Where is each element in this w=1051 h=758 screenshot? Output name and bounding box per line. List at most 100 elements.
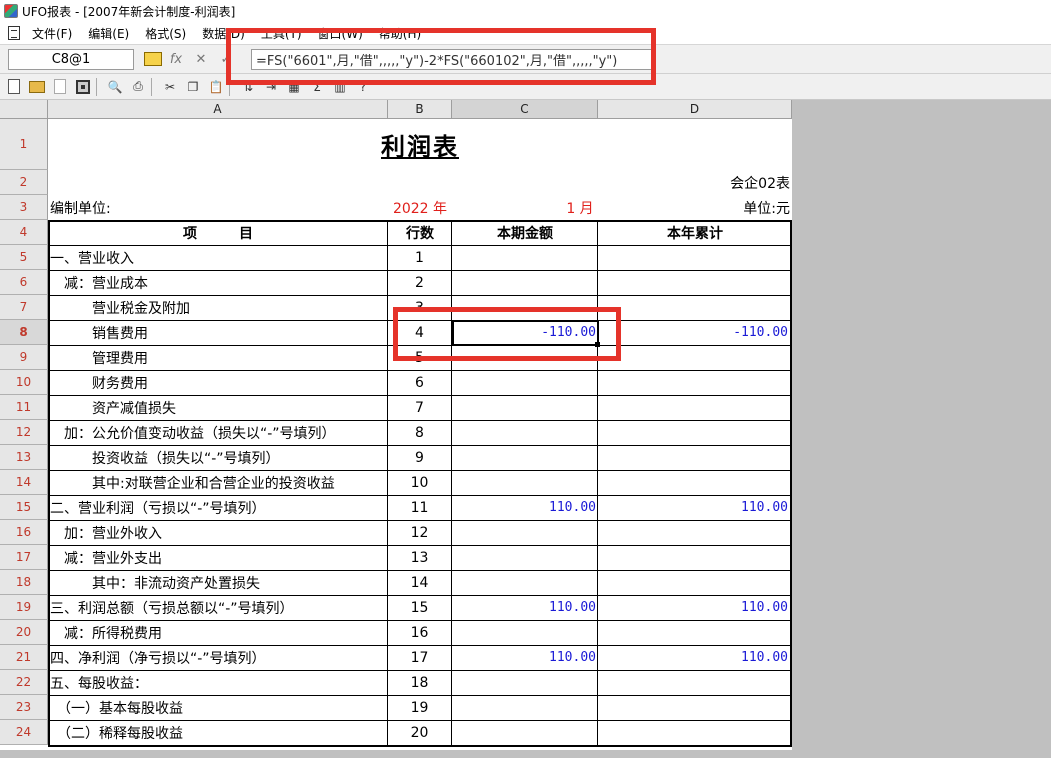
ytd-amount-cell[interactable]: 110.00	[598, 495, 790, 520]
ytd-amount-cell[interactable]	[598, 270, 790, 295]
menu-tools[interactable]: 工具(T)	[257, 25, 314, 42]
item-cell[interactable]: 财务费用	[50, 370, 386, 395]
line-number-cell[interactable]: 10	[388, 470, 451, 495]
current-amount-cell[interactable]	[452, 420, 598, 445]
menu-window[interactable]: 窗口(W)	[314, 25, 375, 42]
row-header[interactable]: 9	[0, 345, 48, 370]
item-cell[interactable]: （一）基本每股收益	[50, 695, 386, 720]
current-amount-cell[interactable]: 110.00	[452, 645, 598, 670]
open-file-button[interactable]	[28, 78, 46, 96]
line-number-cell[interactable]: 6	[388, 370, 451, 395]
current-amount-cell[interactable]: -110.00	[452, 320, 598, 345]
line-number-cell[interactable]: 1	[388, 245, 451, 270]
menu-edit[interactable]: 编辑(E)	[84, 25, 141, 42]
print-button[interactable]: ⎙	[129, 78, 147, 96]
menu-help[interactable]: 帮助(H)	[375, 25, 433, 42]
line-number-cell[interactable]: 7	[388, 395, 451, 420]
column-header-a[interactable]: A	[48, 100, 388, 119]
current-amount-cell[interactable]	[452, 395, 598, 420]
current-amount-cell[interactable]	[452, 370, 598, 395]
menu-file[interactable]: 文件(F)	[28, 25, 84, 42]
ytd-amount-cell[interactable]: -110.00	[598, 320, 790, 345]
item-cell[interactable]: 三、利润总额（亏损总额以“-”号填列）	[50, 595, 386, 620]
select-all-corner[interactable]	[0, 100, 48, 119]
format-button[interactable]: ▦	[285, 78, 303, 96]
item-cell[interactable]: 投资收益（损失以“-”号填列）	[50, 445, 386, 470]
row-header[interactable]: 13	[0, 445, 48, 470]
current-amount-cell[interactable]	[452, 545, 598, 570]
current-amount-cell[interactable]	[452, 270, 598, 295]
ytd-amount-cell[interactable]	[598, 670, 790, 695]
line-number-cell[interactable]: 5	[388, 345, 451, 370]
item-cell[interactable]: 加：公允价值变动收益（损失以“-”号填列）	[50, 420, 386, 445]
current-amount-cell[interactable]	[452, 695, 598, 720]
row-header[interactable]: 6	[0, 270, 48, 295]
line-number-cell[interactable]: 20	[388, 720, 451, 745]
ytd-amount-cell[interactable]: 110.00	[598, 595, 790, 620]
ytd-amount-cell[interactable]	[598, 370, 790, 395]
item-cell[interactable]: 销售费用	[50, 320, 386, 345]
current-amount-cell[interactable]	[452, 670, 598, 695]
current-amount-cell[interactable]	[452, 295, 598, 320]
ytd-amount-cell[interactable]	[598, 345, 790, 370]
row-header[interactable]: 12	[0, 420, 48, 445]
item-cell[interactable]: 五、每股收益：	[50, 670, 386, 695]
row-header[interactable]: 7	[0, 295, 48, 320]
row-header[interactable]: 20	[0, 620, 48, 645]
row-header[interactable]: 23	[0, 695, 48, 720]
ytd-amount-cell[interactable]	[598, 545, 790, 570]
column-header-b[interactable]: B	[388, 100, 452, 119]
line-number-cell[interactable]: 15	[388, 595, 451, 620]
cell-reference-box[interactable]: C8@1	[8, 48, 134, 70]
row-header[interactable]: 4	[0, 220, 48, 245]
current-amount-cell[interactable]	[452, 570, 598, 595]
ytd-amount-cell[interactable]	[598, 695, 790, 720]
menu-format[interactable]: 格式(S)	[141, 25, 198, 42]
current-amount-cell[interactable]	[452, 520, 598, 545]
row-header[interactable]: 14	[0, 470, 48, 495]
copy-button[interactable]: ❐	[184, 78, 202, 96]
row-header[interactable]: 17	[0, 545, 48, 570]
ytd-amount-cell[interactable]	[598, 570, 790, 595]
item-cell[interactable]: 其中:对联营企业和合营企业的投资收益	[50, 470, 386, 495]
function-icon[interactable]: fx	[165, 49, 187, 69]
current-amount-cell[interactable]	[452, 445, 598, 470]
item-cell[interactable]: 二、营业利润（亏损以“-”号填列）	[50, 495, 386, 520]
line-number-cell[interactable]: 18	[388, 670, 451, 695]
ytd-amount-cell[interactable]	[598, 420, 790, 445]
current-amount-cell[interactable]	[452, 620, 598, 645]
row-header[interactable]: 22	[0, 670, 48, 695]
menu-data[interactable]: 数据(D)	[198, 25, 257, 42]
line-number-cell[interactable]: 3	[388, 295, 451, 320]
line-number-cell[interactable]: 8	[388, 420, 451, 445]
ytd-amount-cell[interactable]: 110.00	[598, 645, 790, 670]
current-amount-cell[interactable]	[452, 720, 598, 745]
item-cell[interactable]: 减：营业外支出	[50, 545, 386, 570]
item-cell[interactable]: 减：所得税费用	[50, 620, 386, 645]
row-header[interactable]: 5	[0, 245, 48, 270]
ytd-amount-cell[interactable]	[598, 520, 790, 545]
item-cell[interactable]: 四、净利润（净亏损以“-”号填列）	[50, 645, 386, 670]
new-file-button[interactable]	[5, 78, 23, 96]
line-number-cell[interactable]: 2	[388, 270, 451, 295]
current-amount-cell[interactable]	[452, 470, 598, 495]
cancel-icon[interactable]: ✕	[190, 49, 212, 69]
current-amount-cell[interactable]: 110.00	[452, 495, 598, 520]
calculator-icon[interactable]	[144, 52, 162, 66]
item-cell[interactable]: 加：营业外收入	[50, 520, 386, 545]
line-number-cell[interactable]: 12	[388, 520, 451, 545]
document-icon[interactable]	[8, 26, 20, 40]
row-header[interactable]: 3	[0, 195, 48, 220]
line-number-cell[interactable]: 11	[388, 495, 451, 520]
row-header[interactable]: 8	[0, 320, 48, 345]
line-number-cell[interactable]: 9	[388, 445, 451, 470]
row-header[interactable]: 24	[0, 720, 48, 745]
formula-input[interactable]: =FS("6601",月,"借",,,,,"y")-2*FS("660102",…	[251, 48, 656, 70]
paste-button[interactable]: 📋	[207, 78, 225, 96]
row-header[interactable]: 10	[0, 370, 48, 395]
ytd-amount-cell[interactable]	[598, 295, 790, 320]
row-header[interactable]: 1	[0, 119, 48, 170]
current-amount-cell[interactable]	[452, 245, 598, 270]
sort-ascending-button[interactable]: ⇅	[239, 78, 257, 96]
confirm-icon[interactable]: ✓	[215, 49, 237, 69]
